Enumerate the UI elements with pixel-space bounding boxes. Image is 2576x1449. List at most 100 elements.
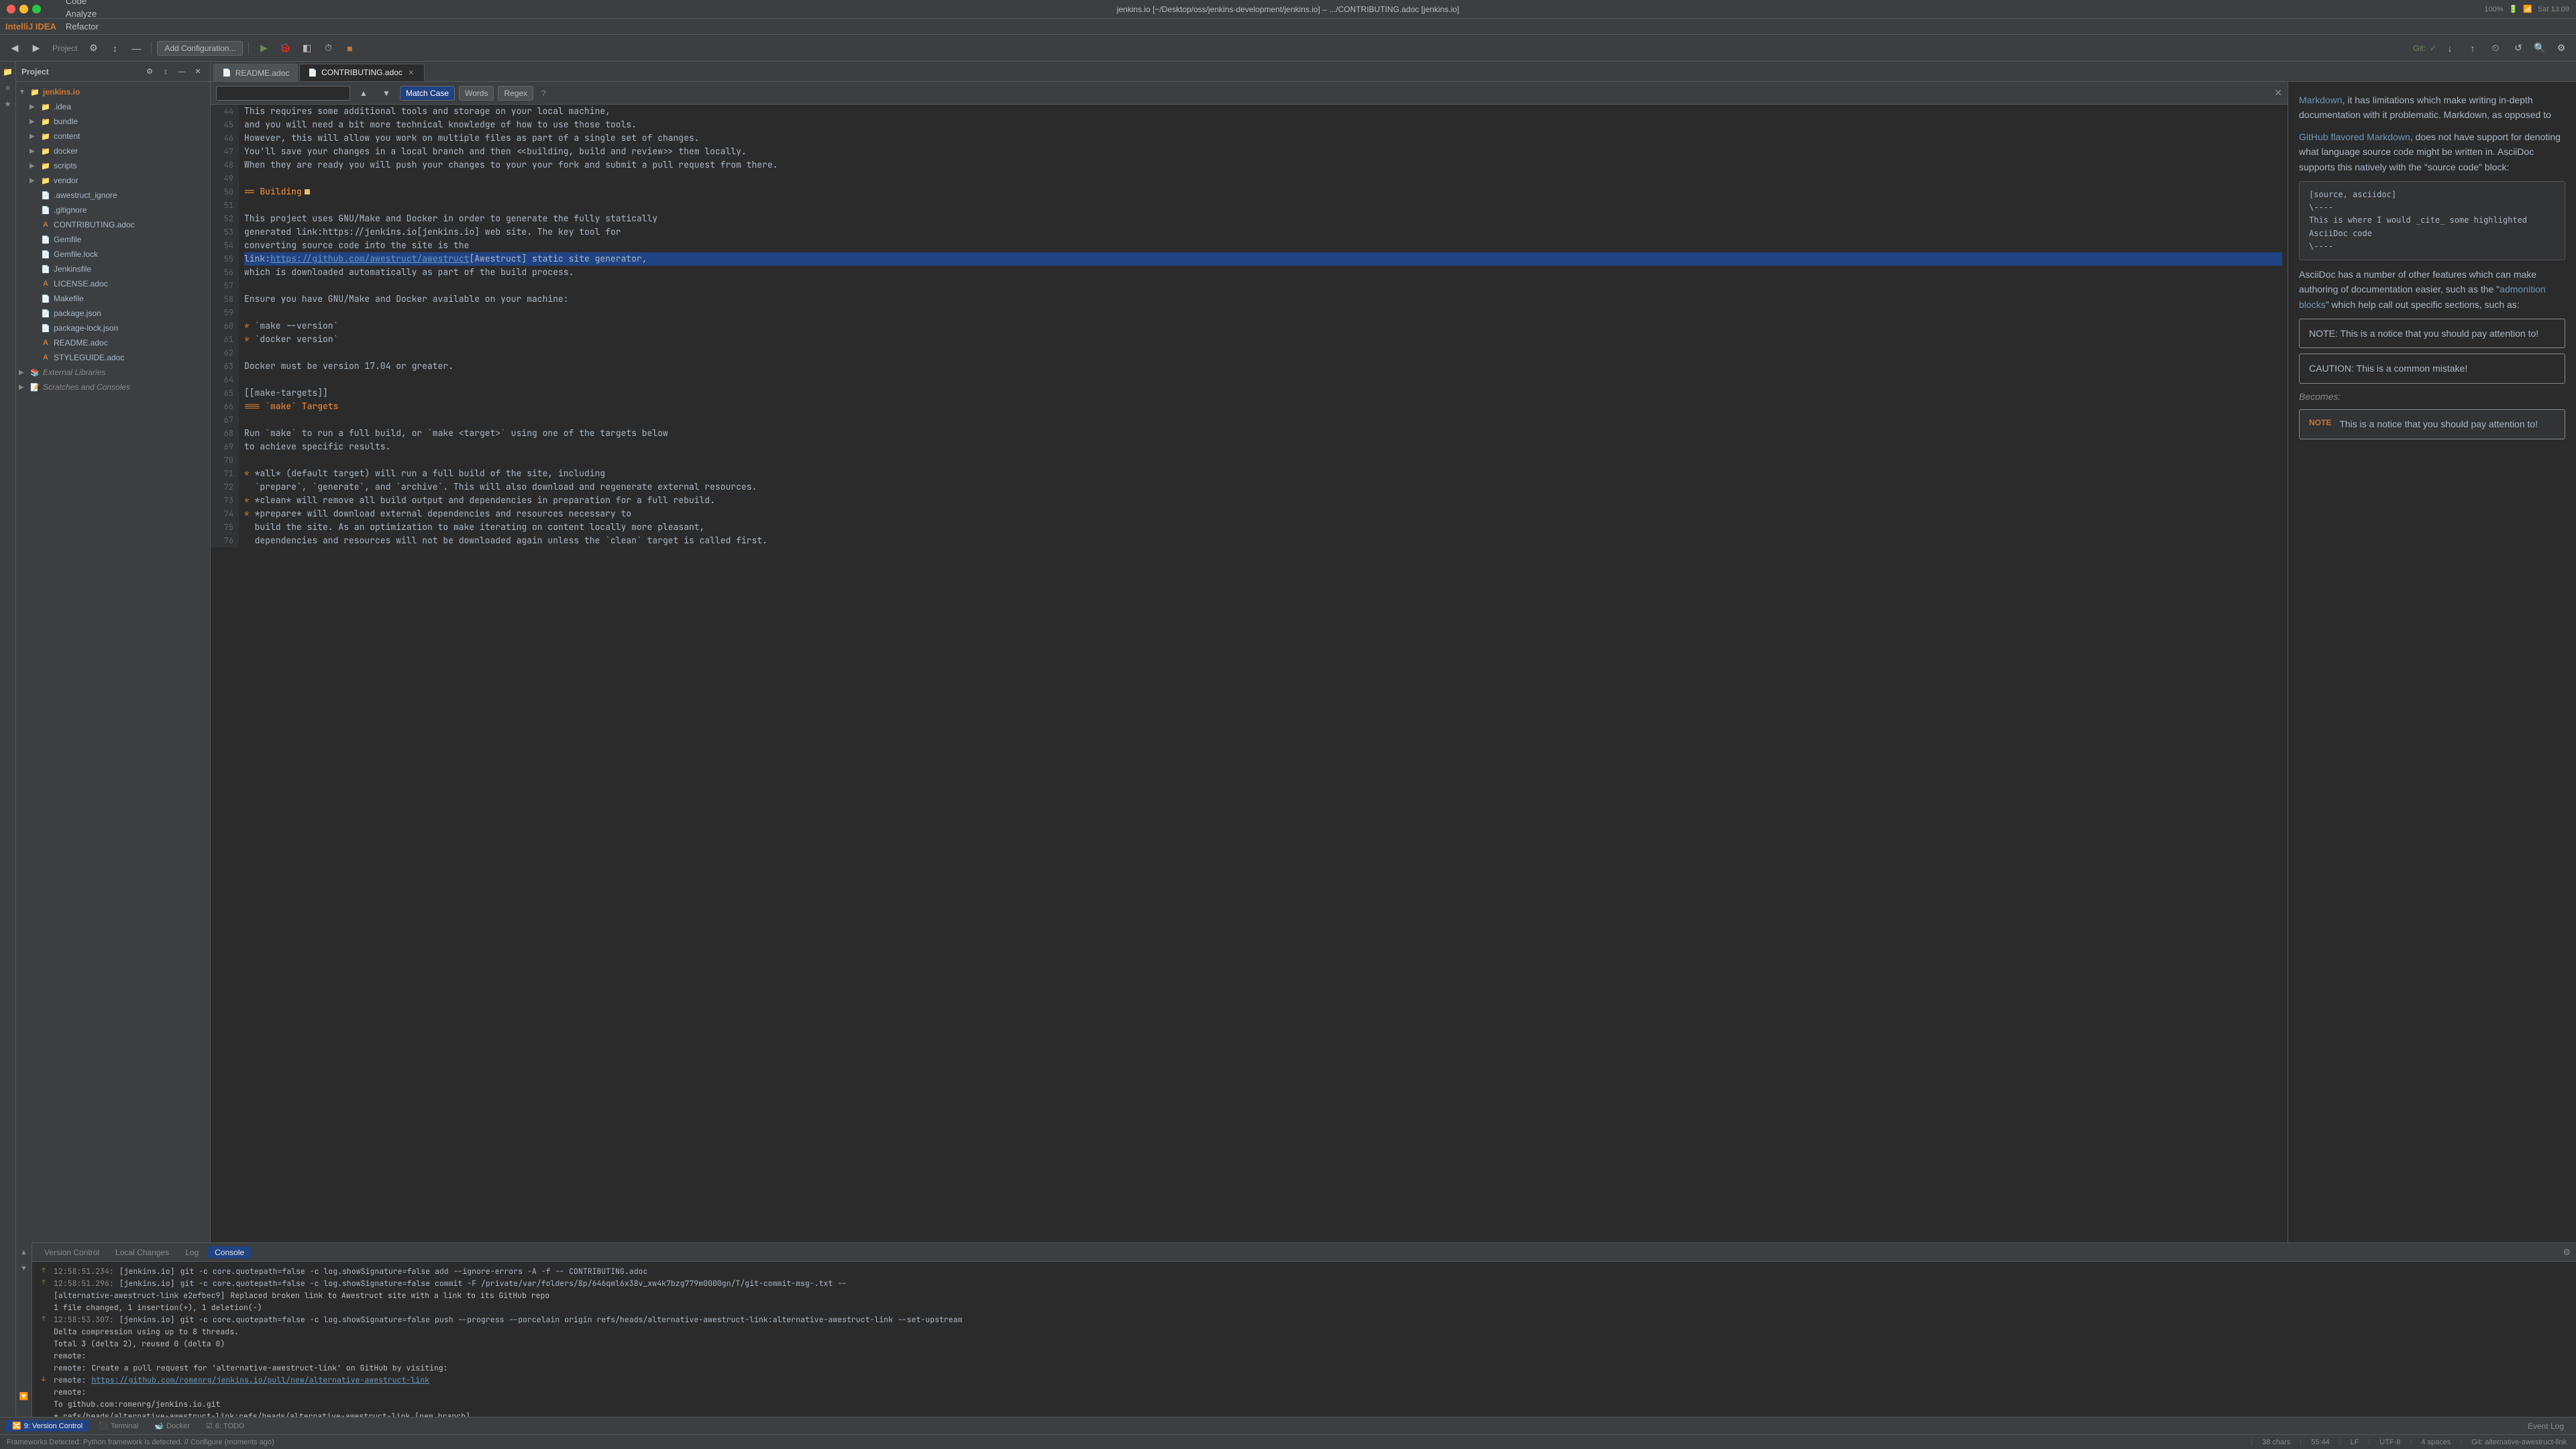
sidebar-item--gitignore[interactable]: 📄.gitignore bbox=[16, 203, 210, 217]
sidebar-item-gemfile[interactable]: 📄Gemfile bbox=[16, 232, 210, 247]
tab-console[interactable]: Console bbox=[208, 1246, 251, 1258]
collapse-button[interactable]: — bbox=[127, 39, 146, 58]
admonition-blocks-link[interactable]: admonition blocks bbox=[2299, 284, 2546, 309]
git-history-button[interactable]: ⏲ bbox=[2486, 39, 2505, 58]
navigate-back-button[interactable]: ◀ bbox=[5, 39, 24, 58]
console-line-12: * refs/heads/alternative-awestruct-link:… bbox=[39, 1411, 2569, 1417]
minimize-button[interactable] bbox=[19, 5, 28, 13]
search-bar: ▲ ▼ Match Case Words Regex ? ✕ bbox=[211, 82, 2288, 105]
code-line-49 bbox=[244, 172, 2282, 185]
line-number-57: 57 bbox=[216, 279, 233, 292]
sidebar-item-docker[interactable]: ▶📁docker bbox=[16, 144, 210, 158]
sidebar-root-item[interactable]: ▼ 📁 jenkins.io bbox=[16, 85, 210, 99]
sidebar-settings-btn[interactable]: ⚙ bbox=[143, 65, 156, 78]
bottom-bar-version-control[interactable]: 🔀 9: Version Control bbox=[5, 1420, 89, 1432]
sidebar-item-package-json[interactable]: 📄package.json bbox=[16, 306, 210, 321]
code-content[interactable]: 4445464748495051525354555657585960616263… bbox=[211, 105, 2288, 1242]
git-push-button[interactable]: ↑ bbox=[2463, 39, 2482, 58]
sidebar-collapse-btn[interactable]: — bbox=[175, 65, 189, 78]
run-button[interactable]: ▶ bbox=[254, 39, 273, 58]
markdown-link[interactable]: Markdown bbox=[2299, 95, 2343, 105]
caution-example-block: CAUTION: This is a common mistake! bbox=[2299, 354, 2565, 383]
tab-log[interactable]: Log bbox=[178, 1246, 205, 1258]
bottom-settings-icon[interactable]: ⚙ bbox=[2563, 1247, 2571, 1258]
sidebar-item-package-lock-json[interactable]: 📄package-lock.json bbox=[16, 321, 210, 335]
editor-split: ▲ ▼ Match Case Words Regex ? ✕ bbox=[211, 82, 2576, 1242]
structure-icon[interactable]: ≡ bbox=[1, 80, 15, 95]
search-next-button[interactable]: ▼ bbox=[377, 84, 396, 103]
code-line-75: build the site. As an optimization to ma… bbox=[244, 521, 2282, 534]
tab-readme-label: README.adoc bbox=[235, 68, 290, 78]
code-line-47: You'll save your changes in a local bran… bbox=[244, 145, 2282, 158]
sidebar-item-scripts[interactable]: ▶📁scripts bbox=[16, 158, 210, 173]
bottom-bar-terminal[interactable]: ⬛ Terminal bbox=[92, 1420, 145, 1432]
sidebar-item-scratches-and-consoles[interactable]: ▶📝Scratches and Consoles bbox=[16, 380, 210, 394]
note-example-block: NOTE: This is a notice that you should p… bbox=[2299, 319, 2565, 348]
navigate-forward-button[interactable]: ▶ bbox=[27, 39, 46, 58]
fullscreen-button[interactable] bbox=[32, 5, 41, 13]
sidebar-sync-btn[interactable]: ↕ bbox=[159, 65, 172, 78]
sidebar-item-bundle[interactable]: ▶📁bundle bbox=[16, 114, 210, 129]
search-input[interactable] bbox=[216, 86, 350, 101]
bottom-bar-todo[interactable]: ☑ 6: TODO bbox=[199, 1420, 251, 1432]
search-everywhere-button[interactable]: 🔍 bbox=[2530, 39, 2549, 58]
search-prev-button[interactable]: ▲ bbox=[354, 84, 373, 103]
match-case-button[interactable]: Match Case bbox=[400, 86, 455, 101]
settings-button[interactable]: ⚙ bbox=[84, 39, 103, 58]
root-arrow-icon: ▼ bbox=[19, 89, 30, 96]
menu-item-analyze[interactable]: Analyze bbox=[60, 7, 105, 20]
status-encoding: UTF-8 bbox=[2377, 1438, 2403, 1446]
tree-item-icon: A bbox=[40, 337, 51, 348]
tab-contributing-close[interactable]: ✕ bbox=[407, 68, 416, 77]
event-log-btn[interactable]: Event Log bbox=[2521, 1420, 2571, 1432]
github-markdown-link[interactable]: GitHub flavored Markdown bbox=[2299, 131, 2410, 142]
sidebar-item-label: Scratches and Consoles bbox=[43, 382, 130, 392]
code-line-67 bbox=[244, 413, 2282, 427]
scroll-down-icon[interactable]: ▼ bbox=[17, 1261, 32, 1276]
tab-version-control[interactable]: Version Control bbox=[38, 1246, 106, 1258]
sidebar-item-jenkinsfile[interactable]: 📄Jenkinsfile bbox=[16, 262, 210, 276]
sidebar-close-btn[interactable]: ✕ bbox=[191, 65, 205, 78]
console-link[interactable]: https://github.com/romenrg/jenkins.io/pu… bbox=[91, 1375, 429, 1387]
console-prefix: [jenkins.io] bbox=[119, 1266, 175, 1278]
menu-item-refactor[interactable]: Refactor bbox=[60, 20, 105, 33]
project-icon[interactable]: 📁 bbox=[1, 64, 15, 79]
sidebar-item--idea[interactable]: ▶📁.idea bbox=[16, 99, 210, 114]
words-button[interactable]: Words bbox=[459, 86, 494, 101]
sidebar-item-contributing-adoc[interactable]: ACONTRIBUTING.adoc bbox=[16, 217, 210, 232]
sidebar-item-styleguide-adoc[interactable]: ASTYLEGUIDE.adoc bbox=[16, 350, 210, 365]
git-revert-button[interactable]: ↺ bbox=[2509, 39, 2528, 58]
sidebar-item-content[interactable]: ▶📁content bbox=[16, 129, 210, 144]
tab-local-changes[interactable]: Local Changes bbox=[109, 1246, 176, 1258]
coverage-button[interactable]: ◧ bbox=[297, 39, 316, 58]
debug-button[interactable]: 🐞 bbox=[276, 39, 294, 58]
stop-button[interactable]: ■ bbox=[340, 39, 359, 58]
settings-main-button[interactable]: ⚙ bbox=[2552, 39, 2571, 58]
tab-readme[interactable]: 📄 README.adoc bbox=[213, 64, 298, 81]
scroll-up-icon[interactable]: ▲ bbox=[17, 1245, 32, 1260]
sidebar-item-gemfile-lock[interactable]: 📄Gemfile.lock bbox=[16, 247, 210, 262]
line-number-55: 55 bbox=[216, 252, 233, 266]
menu-item-code[interactable]: Code bbox=[60, 0, 105, 7]
tree-item-icon: 📝 bbox=[30, 382, 40, 392]
sidebar-item-makefile[interactable]: 📄Makefile bbox=[16, 291, 210, 306]
code-line-74: * *prepare* will download external depen… bbox=[244, 507, 2282, 521]
sidebar-item-external-libraries[interactable]: ▶📚External Libraries bbox=[16, 365, 210, 380]
sidebar-item-readme-adoc[interactable]: AREADME.adoc bbox=[16, 335, 210, 350]
favorites-icon[interactable]: ★ bbox=[1, 97, 15, 111]
filter-icon[interactable]: 🔽 bbox=[17, 1389, 32, 1403]
search-close-button[interactable]: ✕ bbox=[2274, 87, 2282, 99]
sidebar-item-license-adoc[interactable]: ALICENSE.adoc bbox=[16, 276, 210, 291]
add-configuration-button[interactable]: Add Configuration... bbox=[157, 41, 243, 56]
bottom-bar-docker[interactable]: 🐋 Docker bbox=[148, 1420, 197, 1432]
close-button[interactable] bbox=[7, 5, 15, 13]
sidebar-item-vendor[interactable]: ▶📁vendor bbox=[16, 173, 210, 188]
sidebar-item--awestruct-ignore[interactable]: 📄.awestruct_ignore bbox=[16, 188, 210, 203]
regex-button[interactable]: Regex bbox=[498, 86, 533, 101]
sync-button[interactable]: ↕ bbox=[105, 39, 124, 58]
tab-contributing[interactable]: 📄 CONTRIBUTING.adoc ✕ bbox=[299, 64, 424, 81]
profile-button[interactable]: ⏱ bbox=[319, 39, 337, 58]
note-result-block: NOTE This is a notice that you should pa… bbox=[2299, 409, 2565, 439]
toolbar-separator-2 bbox=[248, 42, 249, 55]
git-update-button[interactable]: ↓ bbox=[2440, 39, 2459, 58]
